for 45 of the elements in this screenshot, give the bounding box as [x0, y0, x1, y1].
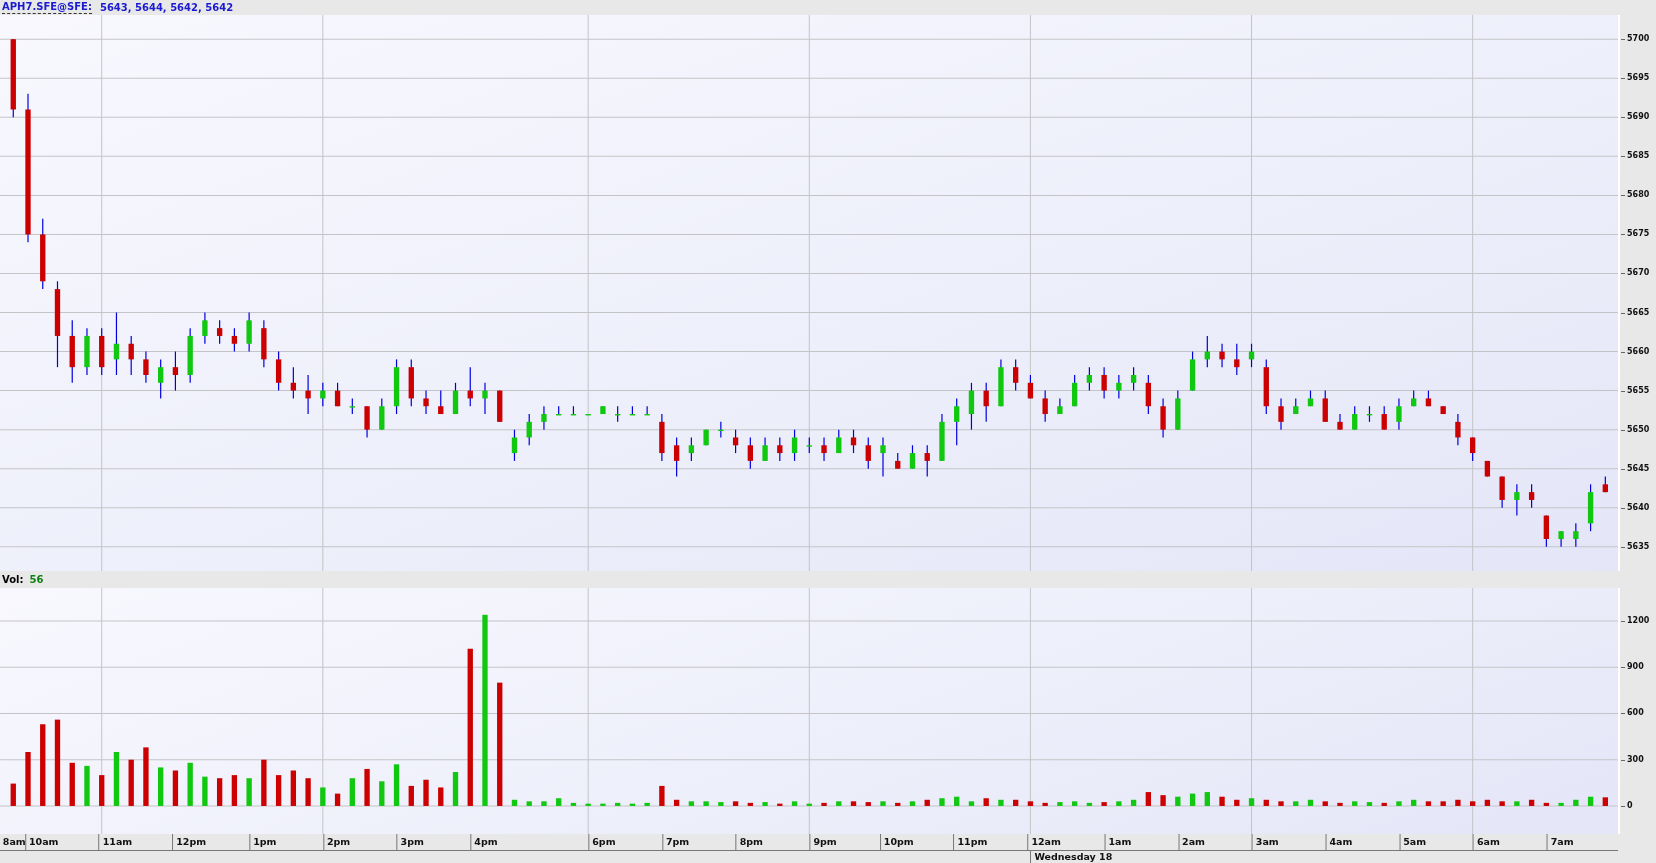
axis-label: 0 [1621, 800, 1633, 811]
axis-label: 300 [1621, 754, 1644, 765]
axis-label: 5655 [1621, 385, 1650, 396]
time-label: 10pm [879, 834, 916, 850]
axis-label: 5665 [1621, 307, 1650, 318]
time-label: 7am [1546, 834, 1576, 850]
time-label: 11pm [953, 834, 990, 850]
time-label: 10am [24, 834, 61, 850]
axis-label: 1200 [1621, 616, 1650, 626]
time-label: 1pm [249, 834, 279, 850]
time-label: 2am [1178, 834, 1207, 850]
volume-label: Vol: [2, 574, 24, 585]
time-label: 5am [1399, 834, 1429, 850]
axis-label: 5685 [1621, 151, 1650, 162]
time-label: 6am [1472, 834, 1502, 850]
time-label: 8am [0, 834, 28, 850]
date-label: Wednesday 18 [1030, 851, 1113, 863]
time-label: 6pm [588, 834, 618, 850]
axis-label: 5700 [1621, 34, 1650, 45]
axis-label: 600 [1621, 708, 1644, 719]
time-label: 4am [1325, 834, 1355, 850]
time-label: 3am [1251, 834, 1281, 850]
time-label: 7pm [661, 834, 692, 850]
time-label: 3pm [396, 834, 426, 850]
axis-label: 900 [1621, 662, 1644, 673]
axis-label: 5640 [1621, 502, 1650, 513]
time-label: 12pm [172, 834, 209, 850]
axis-label: 5635 [1621, 541, 1650, 552]
quote-values: 5643, 5644, 5642, 5642 [99, 2, 234, 13]
axis-label: 5645 [1621, 463, 1650, 474]
time-label: 4pm [470, 834, 500, 850]
time-label: 8pm [735, 834, 765, 850]
time-label: 2pm [322, 834, 353, 850]
axis-label: 5675 [1621, 229, 1650, 240]
time-label: 9pm [809, 834, 839, 850]
axis-label: 5650 [1621, 424, 1650, 435]
time-label: 11am [98, 834, 135, 850]
axis-label: 5680 [1621, 190, 1650, 201]
axis-label: 5695 [1621, 73, 1650, 84]
time-label: 12am [1027, 834, 1063, 850]
axis-label: 5670 [1621, 268, 1650, 279]
time-label: 1am [1104, 834, 1134, 850]
volume-value: 56 [29, 574, 44, 585]
axis-label: 5690 [1621, 112, 1650, 123]
axis-label: 5660 [1621, 346, 1650, 357]
